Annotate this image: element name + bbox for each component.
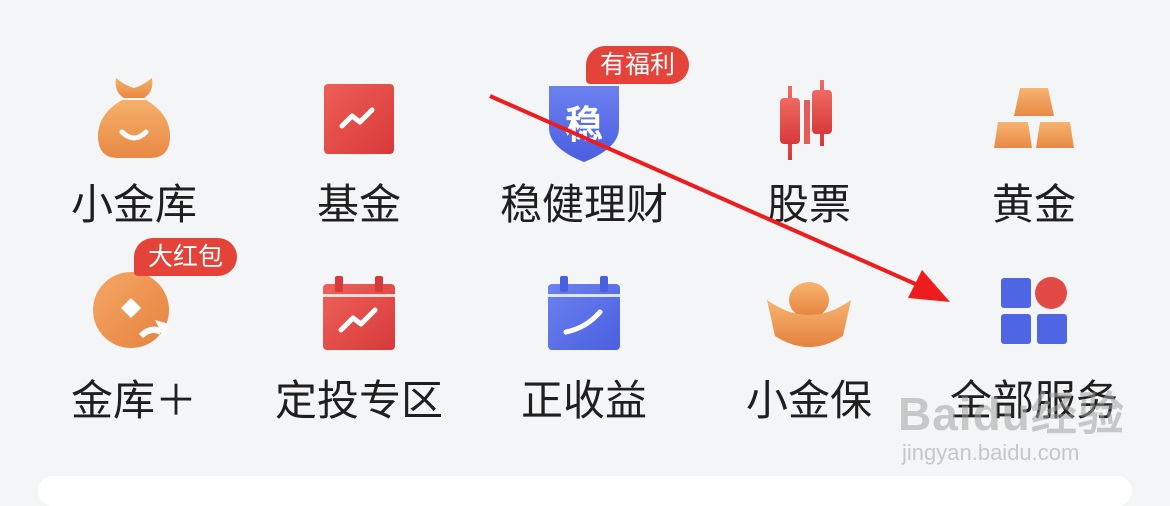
watermark-logo: Baidu经验 [898,388,1125,440]
watermark: Baidu经验 jingyan.baidu.com [898,378,1125,466]
bottom-card [38,476,1132,506]
